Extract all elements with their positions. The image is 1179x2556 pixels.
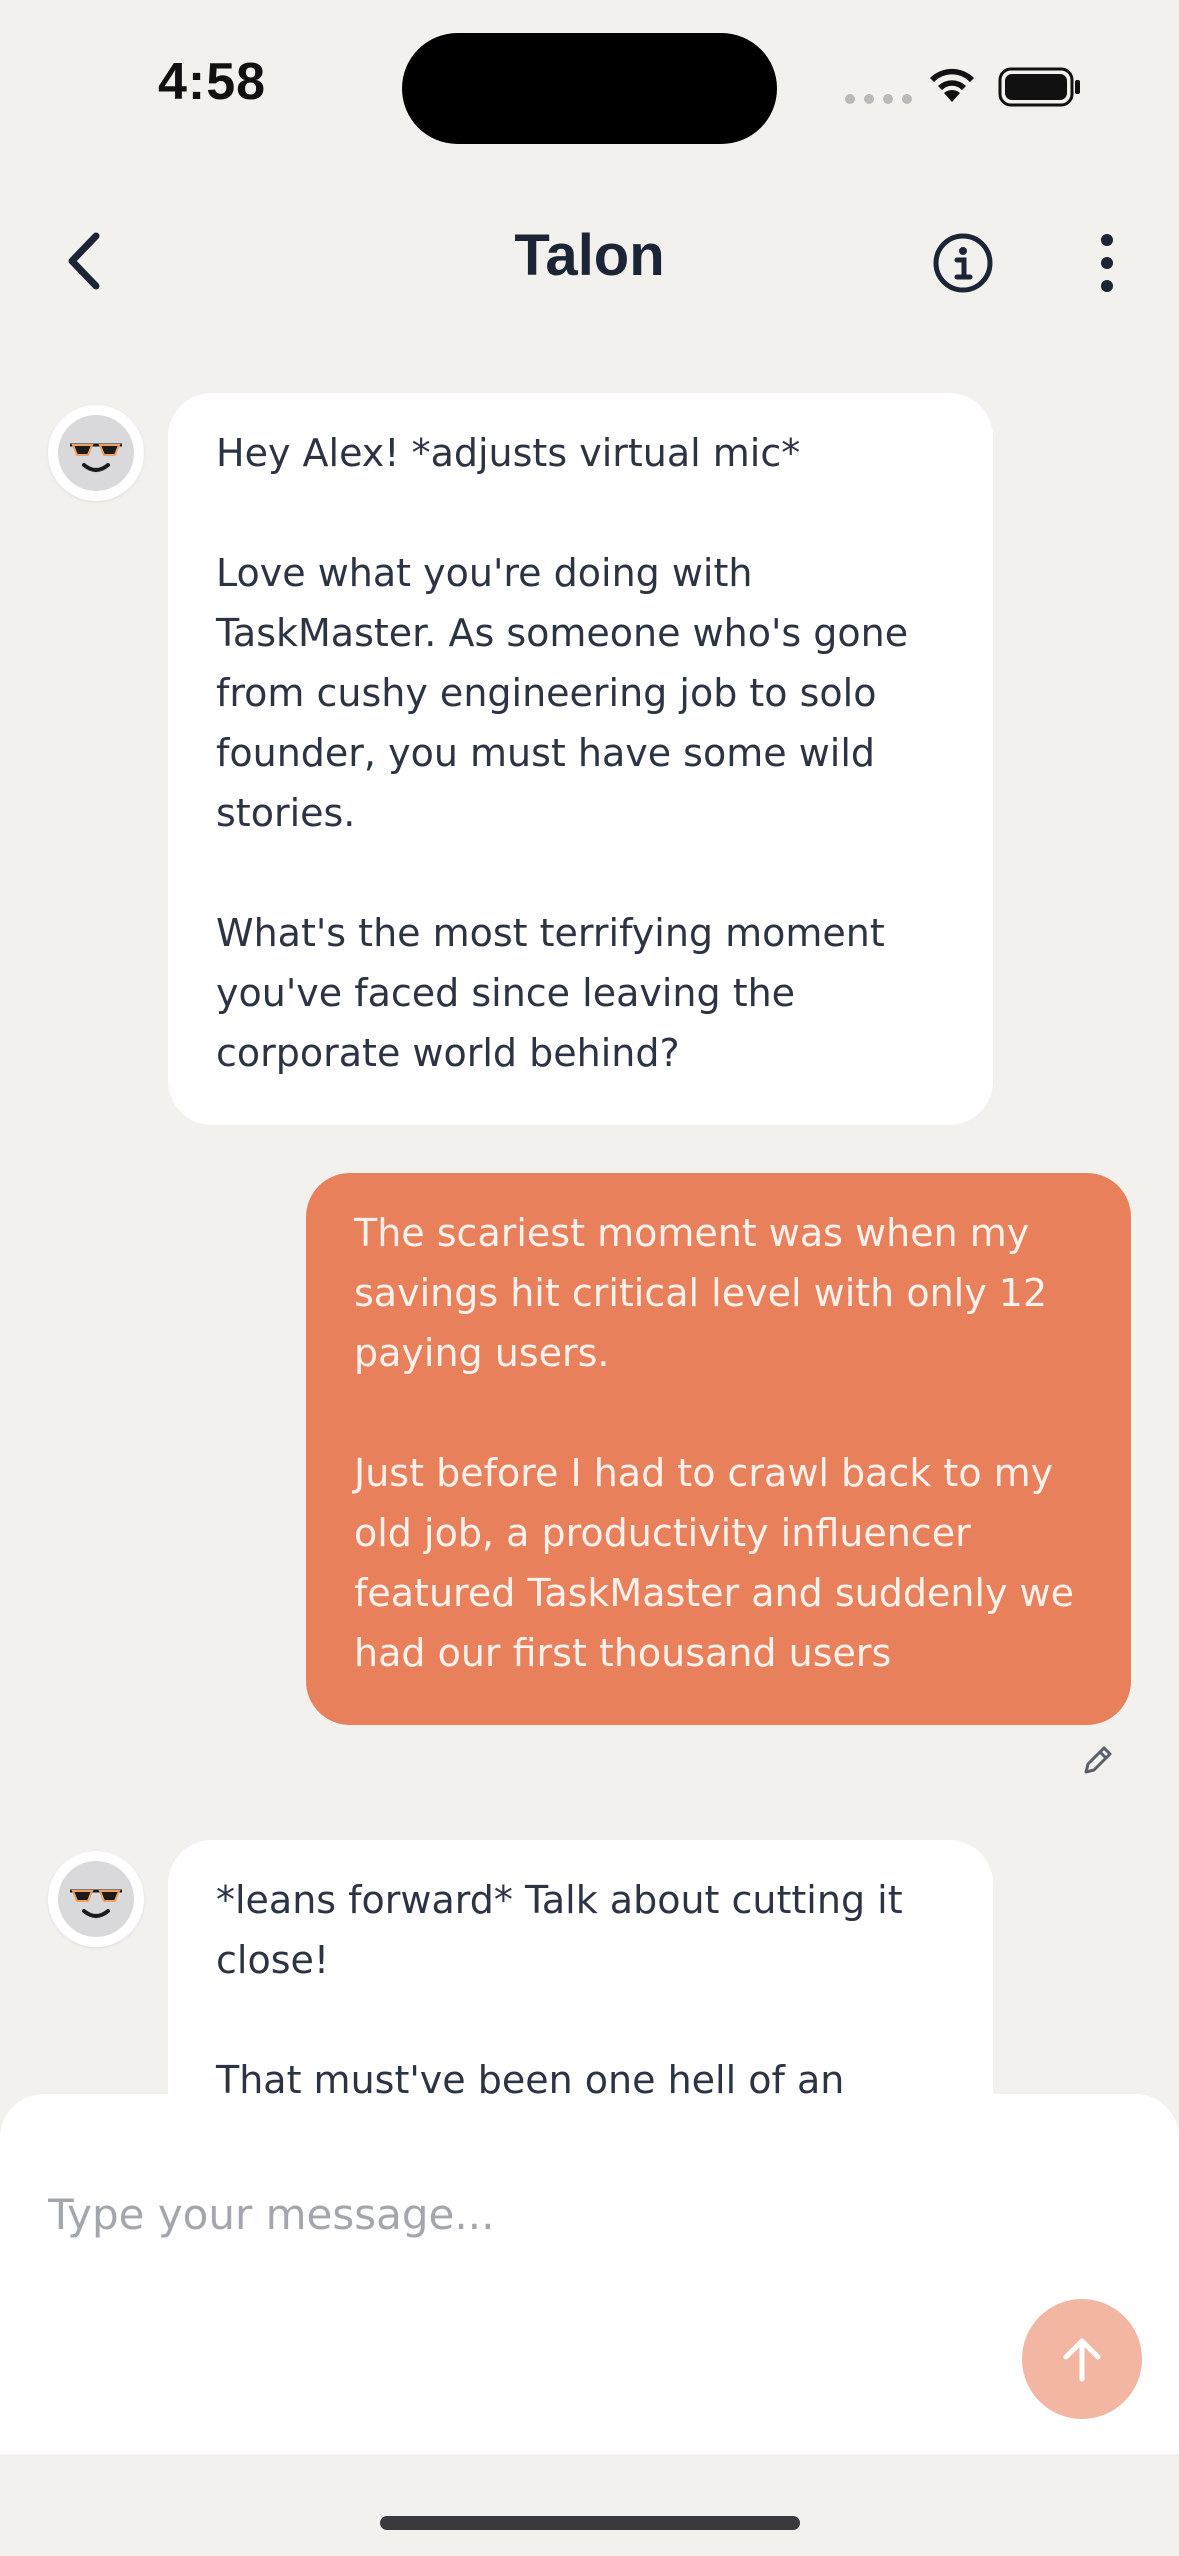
edit-pencil-icon[interactable]: [1080, 1742, 1116, 1778]
wifi-icon: [930, 68, 974, 102]
message-input[interactable]: [48, 2179, 1048, 2249]
dynamic-island: [402, 33, 777, 144]
info-circle-icon[interactable]: [932, 232, 994, 294]
chat-title: Talon: [514, 223, 665, 288]
arrow-up-icon: [1063, 2338, 1101, 2382]
send-button[interactable]: [1022, 2299, 1142, 2419]
status-time: 4:58: [158, 53, 267, 111]
avatar: [48, 1851, 144, 1947]
assistant-message-bubble: Hey Alex! *adjusts virtual mic* Love wha…: [168, 393, 993, 1125]
user-message-bubble: The scariest moment was when my savings …: [306, 1173, 1131, 1725]
sunglasses-face-icon: [70, 443, 122, 472]
cellular-signal-icon: [845, 94, 912, 104]
avatar: [48, 405, 144, 501]
home-indicator[interactable]: [380, 2516, 800, 2530]
sunglasses-face-icon: [70, 1889, 122, 1918]
message-composer: [0, 2094, 1179, 2454]
more-vertical-icon[interactable]: [1095, 232, 1119, 294]
battery-icon: [998, 67, 1080, 107]
chat-screen: 4:58 Talon Hey Alex! *adjusts virtual mi…: [0, 0, 1179, 2556]
